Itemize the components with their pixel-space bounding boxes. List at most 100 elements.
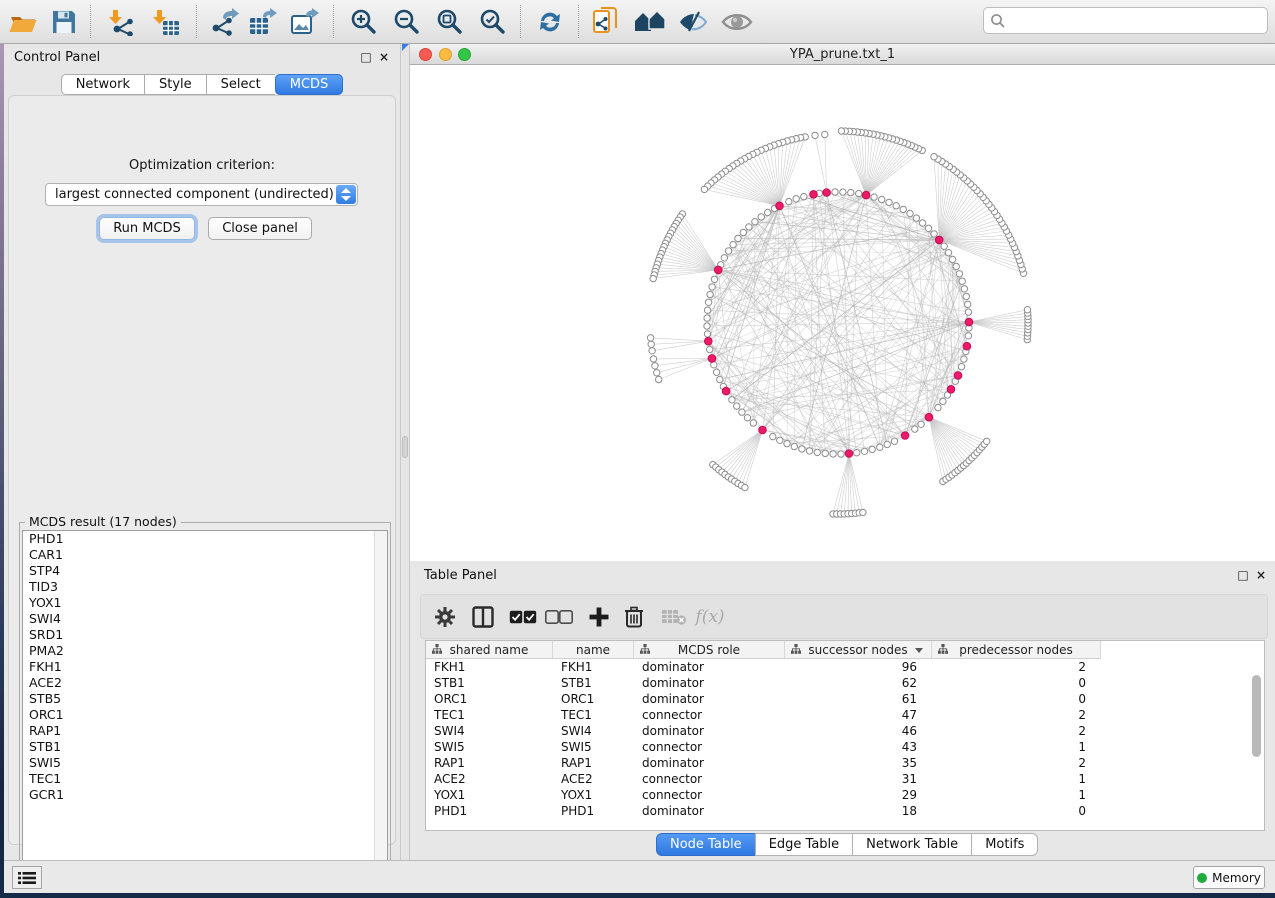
table-cell[interactable]: TEC1 xyxy=(553,707,634,723)
graph-node[interactable] xyxy=(877,444,883,450)
mcds-result-item[interactable]: CAR1 xyxy=(23,547,387,563)
zoom-out-icon[interactable] xyxy=(389,4,425,40)
share-network-document-icon[interactable] xyxy=(588,4,624,40)
graph-node[interactable] xyxy=(814,449,820,455)
table-row[interactable]: STB1STB1dominator620 xyxy=(426,675,1101,691)
table-row[interactable]: PHD1PHD1dominator180 xyxy=(426,803,1101,819)
table-row[interactable]: SWI4SWI4dominator462 xyxy=(426,723,1101,739)
table-cell[interactable]: PHD1 xyxy=(553,803,634,819)
tab-edge-table[interactable]: Edge Table xyxy=(755,833,852,856)
graph-node[interactable] xyxy=(799,446,805,452)
mcds-result-item[interactable]: STB5 xyxy=(23,691,387,707)
graph-mcds-node[interactable] xyxy=(925,413,933,421)
memory-button[interactable]: Memory xyxy=(1193,866,1265,889)
zoom-in-icon[interactable] xyxy=(346,4,382,40)
graph-node[interactable] xyxy=(918,421,924,427)
zoom-fit-icon[interactable] xyxy=(432,4,468,40)
tab-network-table[interactable]: Network Table xyxy=(852,833,971,856)
table-row[interactable]: FKH1FKH1dominator962 xyxy=(426,659,1101,675)
add-column-icon[interactable] xyxy=(582,601,616,633)
mcds-result-item[interactable]: STB1 xyxy=(23,739,387,755)
table-cell[interactable]: connector xyxy=(634,739,785,755)
graph-node[interactable] xyxy=(961,286,967,292)
tab-mcds[interactable]: MCDS xyxy=(275,74,344,95)
mcds-list-scrollbar[interactable] xyxy=(374,531,387,887)
graph-mcds-node[interactable] xyxy=(722,387,730,395)
splitter-collapse-icon[interactable] xyxy=(402,44,409,51)
table-cell[interactable]: dominator xyxy=(634,723,785,739)
table-cell[interactable]: dominator xyxy=(634,755,785,771)
tab-motifs[interactable]: Motifs xyxy=(971,833,1038,856)
table-cell[interactable]: 2 xyxy=(932,723,1101,739)
close-panel-button[interactable]: Close panel xyxy=(208,217,312,240)
close-panel-icon[interactable]: × xyxy=(376,49,392,65)
panel-splitter[interactable] xyxy=(400,44,410,860)
graph-node[interactable] xyxy=(886,199,892,205)
mcds-result-item[interactable]: SRD1 xyxy=(23,627,387,643)
graph-node[interactable] xyxy=(735,235,741,241)
graph-node[interactable] xyxy=(784,440,790,446)
tab-select[interactable]: Select xyxy=(206,74,275,95)
mcds-result-item[interactable]: RAP1 xyxy=(23,723,387,739)
close-table-panel-icon[interactable]: × xyxy=(1253,567,1269,583)
table-cell[interactable]: ACE2 xyxy=(426,771,553,787)
graph-node[interactable] xyxy=(765,209,771,215)
column-settings-gear-icon[interactable] xyxy=(428,601,462,633)
graph-mcds-node[interactable] xyxy=(845,450,853,458)
graph-mcds-node[interactable] xyxy=(776,202,784,210)
graph-node[interactable] xyxy=(830,451,836,457)
table-cell[interactable]: 1 xyxy=(932,771,1101,787)
import-table-icon[interactable] xyxy=(148,4,184,40)
table-row[interactable]: YOX1YOX1connector291 xyxy=(426,787,1101,803)
table-cell[interactable]: 43 xyxy=(785,739,932,755)
tab-style[interactable]: Style xyxy=(144,74,206,95)
graph-node[interactable] xyxy=(958,364,964,370)
table-cell[interactable]: 1 xyxy=(932,739,1101,755)
graph-node[interactable] xyxy=(770,433,776,439)
graph-node[interactable] xyxy=(654,370,660,376)
table-cell[interactable]: ORC1 xyxy=(553,691,634,707)
deselect-all-rows-icon[interactable] xyxy=(542,601,576,633)
graph-node[interactable] xyxy=(650,275,656,281)
hide-annotations-icon[interactable] xyxy=(675,4,711,40)
graph-node[interactable] xyxy=(734,403,740,409)
graph-node[interactable] xyxy=(879,196,885,202)
table-row[interactable]: RAP1RAP1dominator352 xyxy=(426,755,1101,771)
graph-node[interactable] xyxy=(704,331,710,337)
graph-node[interactable] xyxy=(806,448,812,454)
table-cell[interactable]: 29 xyxy=(785,787,932,803)
graph-node[interactable] xyxy=(739,409,745,415)
graph-node[interactable] xyxy=(649,348,655,354)
table-cell[interactable]: 35 xyxy=(785,755,932,771)
graph-node[interactable] xyxy=(725,248,731,254)
table-cell[interactable]: connector xyxy=(634,787,785,803)
graph-mcds-node[interactable] xyxy=(759,426,767,434)
table-cell[interactable]: RAP1 xyxy=(426,755,553,771)
table-cell[interactable]: 2 xyxy=(932,659,1101,675)
graph-node[interactable] xyxy=(713,369,719,375)
graph-mcds-node[interactable] xyxy=(714,266,722,274)
select-all-rows-icon[interactable] xyxy=(506,601,540,633)
table-cell[interactable]: FKH1 xyxy=(553,659,634,675)
graph-node[interactable] xyxy=(707,346,713,352)
graph-mcds-node[interactable] xyxy=(965,318,973,326)
column-header-name[interactable]: name xyxy=(553,641,634,659)
graph-node[interactable] xyxy=(931,231,937,237)
mcds-result-item[interactable]: YOX1 xyxy=(23,595,387,611)
run-mcds-button[interactable]: Run MCDS xyxy=(99,217,195,240)
table-cell[interactable]: dominator xyxy=(634,659,785,675)
mcds-result-item[interactable]: STP4 xyxy=(23,563,387,579)
table-cell[interactable]: 18 xyxy=(785,803,932,819)
show-panels-list-icon[interactable] xyxy=(12,866,42,889)
network-graph-canvas[interactable] xyxy=(410,65,1275,561)
graph-node[interactable] xyxy=(949,256,955,262)
graph-node[interactable] xyxy=(935,404,941,410)
birdseye-view-icon[interactable] xyxy=(719,4,755,40)
graph-node[interactable] xyxy=(931,154,937,160)
table-cell[interactable]: 31 xyxy=(785,771,932,787)
graph-node[interactable] xyxy=(953,263,959,269)
import-network-icon[interactable] xyxy=(104,4,140,40)
graph-node[interactable] xyxy=(984,438,990,444)
delete-table-icon[interactable] xyxy=(657,601,691,633)
float-window-icon[interactable]: □ xyxy=(358,49,374,65)
